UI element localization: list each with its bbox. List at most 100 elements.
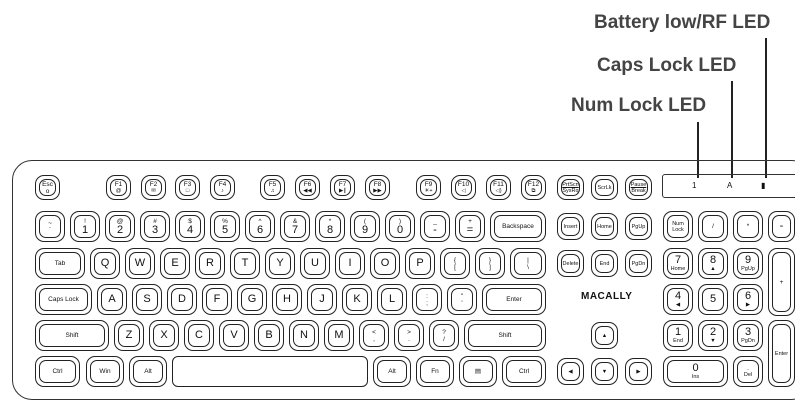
key-kp-minus[interactable]: - bbox=[768, 211, 795, 242]
key-tab[interactable]: Tab bbox=[35, 248, 85, 279]
key-f11[interactable]: F11 ◁) bbox=[486, 175, 511, 200]
key-4[interactable]: $4 bbox=[175, 211, 205, 242]
key-kp-6[interactable]: 6 ▶ bbox=[733, 284, 763, 315]
key-f2[interactable]: F2 ✉ bbox=[141, 175, 166, 200]
key-down-arrow[interactable]: ▼ bbox=[591, 358, 618, 385]
key-f8[interactable]: F8 ▶▶ bbox=[365, 175, 390, 200]
key-kp-plus[interactable]: + bbox=[768, 248, 795, 316]
key-semicolon[interactable]: :; bbox=[412, 284, 442, 315]
key-quote[interactable]: " ' bbox=[447, 284, 477, 315]
key-kp-5[interactable]: 5 bbox=[698, 284, 728, 315]
key-insert[interactable]: Insert bbox=[557, 213, 584, 240]
key-win[interactable]: Win bbox=[86, 356, 124, 387]
key-d[interactable]: D bbox=[167, 284, 197, 315]
key-kp-3[interactable]: 3 PgDn bbox=[733, 320, 763, 351]
key-kp-2[interactable]: 2 ▼ bbox=[698, 320, 728, 351]
key-left-arrow[interactable]: ◀ bbox=[557, 358, 584, 385]
key-b[interactable]: B bbox=[254, 320, 284, 351]
key-enter[interactable]: Enter bbox=[482, 284, 546, 315]
key-z[interactable]: Z bbox=[114, 320, 144, 351]
key-f[interactable]: F bbox=[202, 284, 232, 315]
key-w[interactable]: W bbox=[125, 248, 155, 279]
key-6[interactable]: ^ 6 bbox=[245, 211, 275, 242]
key-j[interactable]: J bbox=[307, 284, 337, 315]
key-g[interactable]: G bbox=[237, 284, 267, 315]
key-q[interactable]: Q bbox=[90, 248, 120, 279]
key-o[interactable]: O bbox=[370, 248, 400, 279]
key-5[interactable]: % 5 bbox=[210, 211, 240, 242]
key-right-shift[interactable]: Shift bbox=[464, 320, 546, 351]
key-i[interactable]: I bbox=[335, 248, 365, 279]
key-kp-9[interactable]: 9 PgUp bbox=[733, 248, 763, 279]
key-tilde[interactable]: ~ ` bbox=[35, 211, 65, 242]
key-9[interactable]: (9 bbox=[350, 211, 380, 242]
key-pgup[interactable]: PgUp bbox=[625, 213, 652, 240]
key-2[interactable]: @2 bbox=[105, 211, 135, 242]
key-3[interactable]: #3 bbox=[140, 211, 170, 242]
key-delete[interactable]: Delete bbox=[557, 250, 584, 277]
key-kp-0[interactable]: 0 Ins bbox=[663, 356, 728, 387]
key-t[interactable]: T bbox=[230, 248, 260, 279]
key-m[interactable]: M bbox=[324, 320, 354, 351]
key-menu[interactable]: ▤ bbox=[459, 356, 497, 387]
key-left-shift[interactable]: Shift bbox=[35, 320, 109, 351]
key-kp-multiply[interactable]: * bbox=[733, 211, 763, 242]
key-left-ctrl[interactable]: Ctrl bbox=[35, 356, 80, 387]
key-y[interactable]: Y bbox=[265, 248, 295, 279]
key-v[interactable]: V bbox=[219, 320, 249, 351]
key-right-ctrl[interactable]: Ctrl bbox=[502, 356, 546, 387]
key-scrlk[interactable]: ScrLk bbox=[591, 175, 618, 200]
key-backslash[interactable]: | \ bbox=[510, 248, 546, 279]
key-kp-8[interactable]: 8 ▲ bbox=[698, 248, 728, 279]
key-7[interactable]: & 7 bbox=[280, 211, 310, 242]
key-f7[interactable]: F7 ▶∥ bbox=[330, 175, 355, 200]
key-right-alt[interactable]: Alt bbox=[373, 356, 411, 387]
key-numlock[interactable]: Num Lock bbox=[663, 211, 693, 242]
key-f9[interactable]: F9 ☀+ bbox=[416, 175, 441, 200]
key-k[interactable]: K bbox=[342, 284, 372, 315]
key-u[interactable]: U bbox=[300, 248, 330, 279]
key-esc[interactable]: Esc o bbox=[35, 175, 60, 200]
key-n[interactable]: N bbox=[289, 320, 319, 351]
key-home[interactable]: Home bbox=[591, 213, 618, 240]
key-f4[interactable]: F4 ♪ bbox=[210, 175, 235, 200]
key-f10[interactable]: F10 ◁ bbox=[451, 175, 476, 200]
key-kp-4[interactable]: 4 ◀ bbox=[663, 284, 693, 315]
key-8[interactable]: * 8 bbox=[315, 211, 345, 242]
key-e[interactable]: E bbox=[160, 248, 190, 279]
key-caps-lock[interactable]: Caps Lock bbox=[35, 284, 92, 315]
key-l[interactable]: L bbox=[377, 284, 407, 315]
key-pause[interactable]: Pause Break bbox=[625, 175, 652, 200]
key-space[interactable] bbox=[172, 356, 368, 387]
key-f1[interactable]: F1 @ bbox=[106, 175, 131, 200]
key-f5[interactable]: F5 ♫ bbox=[260, 175, 285, 200]
key-kp-decimal[interactable]: . Del bbox=[733, 356, 763, 387]
key-0[interactable]: ) 0 bbox=[385, 211, 415, 242]
key-right-arrow[interactable]: ▶ bbox=[625, 358, 652, 385]
key-1[interactable]: ! 1 bbox=[70, 211, 100, 242]
key-a[interactable]: A bbox=[97, 284, 127, 315]
key-slash[interactable]: ? / bbox=[429, 320, 459, 351]
key-backspace[interactable]: Backspace bbox=[490, 211, 546, 242]
key-up-arrow[interactable]: ▲ bbox=[591, 322, 618, 349]
key-pgdn[interactable]: PgDn bbox=[625, 250, 652, 277]
key-right-bracket[interactable]: }] bbox=[475, 248, 505, 279]
key-kp-enter[interactable]: Enter bbox=[768, 320, 795, 387]
key-comma[interactable]: <, bbox=[359, 320, 389, 351]
key-kp-divide[interactable]: / bbox=[698, 211, 728, 242]
key-s[interactable]: S bbox=[132, 284, 162, 315]
key-fn[interactable]: Fn bbox=[416, 356, 454, 387]
key-h[interactable]: H bbox=[272, 284, 302, 315]
key-x[interactable]: X bbox=[149, 320, 179, 351]
key-f6[interactable]: F6 ◀◀ bbox=[295, 175, 320, 200]
key-left-bracket[interactable]: {[ bbox=[440, 248, 470, 279]
key-equals[interactable]: + = bbox=[455, 211, 485, 242]
key-p[interactable]: P bbox=[405, 248, 435, 279]
key-left-alt[interactable]: Alt bbox=[129, 356, 167, 387]
key-f3[interactable]: F3 □ bbox=[175, 175, 200, 200]
key-c[interactable]: C bbox=[184, 320, 214, 351]
key-end[interactable]: End bbox=[591, 250, 618, 277]
key-r[interactable]: R bbox=[195, 248, 225, 279]
key-kp-1[interactable]: 1 End bbox=[663, 320, 693, 351]
key-prtscn[interactable]: PrtScn SysRq bbox=[557, 175, 584, 200]
